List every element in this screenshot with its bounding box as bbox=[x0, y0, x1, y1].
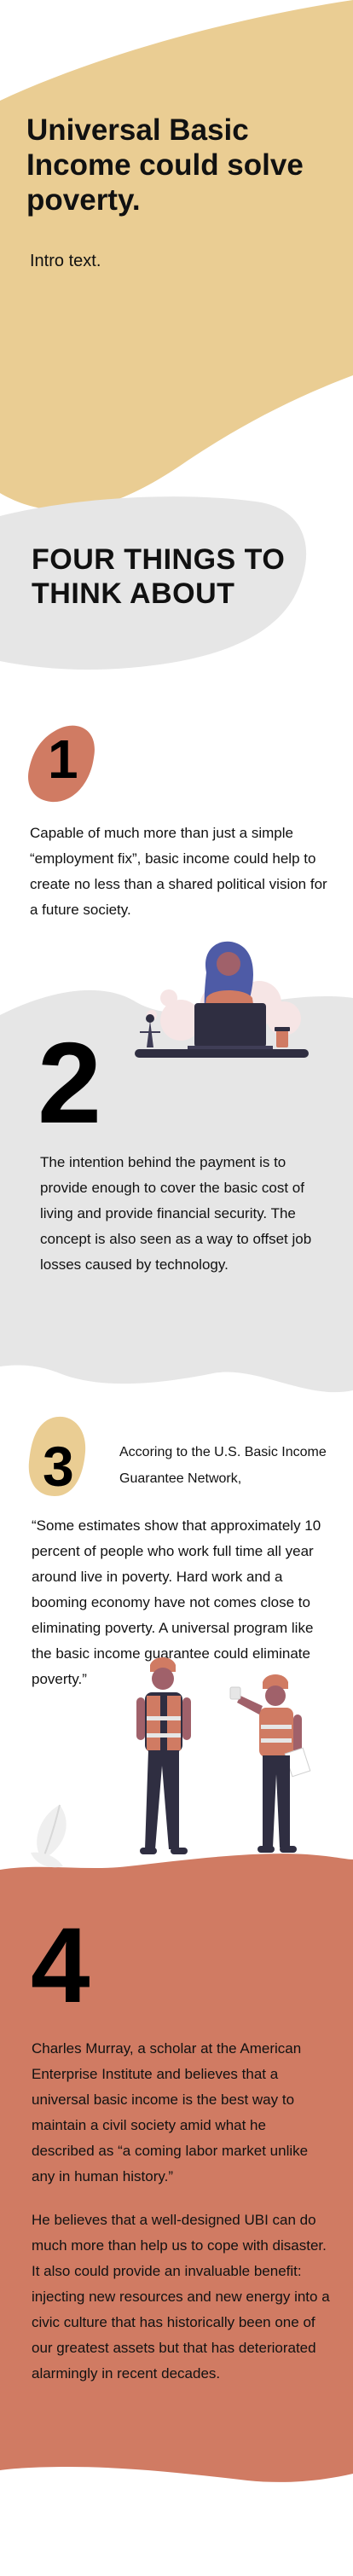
point-4-paragraph-2: He believes that a well-designed UBI can… bbox=[32, 2212, 330, 2382]
point-number-3: 3 bbox=[43, 1435, 74, 1498]
point-4-paragraph-1: Charles Murray, a scholar at the America… bbox=[32, 2040, 309, 2184]
page-title: Universal Basic Income could solve pover… bbox=[26, 113, 304, 217]
person-at-laptop-illustration bbox=[135, 941, 309, 1058]
point-3-lead: Accoring to the U.S. Basic Income Guaran… bbox=[119, 1445, 327, 1486]
workers-illustration bbox=[136, 1657, 311, 1854]
point-2-paragraph: The intention behind the payment is to p… bbox=[40, 1154, 312, 1273]
section-heading: FOUR THINGS TO THINK ABOUT bbox=[32, 543, 286, 610]
point-number-2: 2 bbox=[38, 1018, 102, 1147]
intro-text: Intro text. bbox=[30, 252, 101, 270]
point-number-4: 4 bbox=[31, 1906, 90, 2025]
point-1-paragraph: Capable of much more than just a simple … bbox=[30, 825, 327, 918]
leaf-icon bbox=[31, 1804, 67, 1868]
point-number-1: 1 bbox=[48, 728, 78, 790]
